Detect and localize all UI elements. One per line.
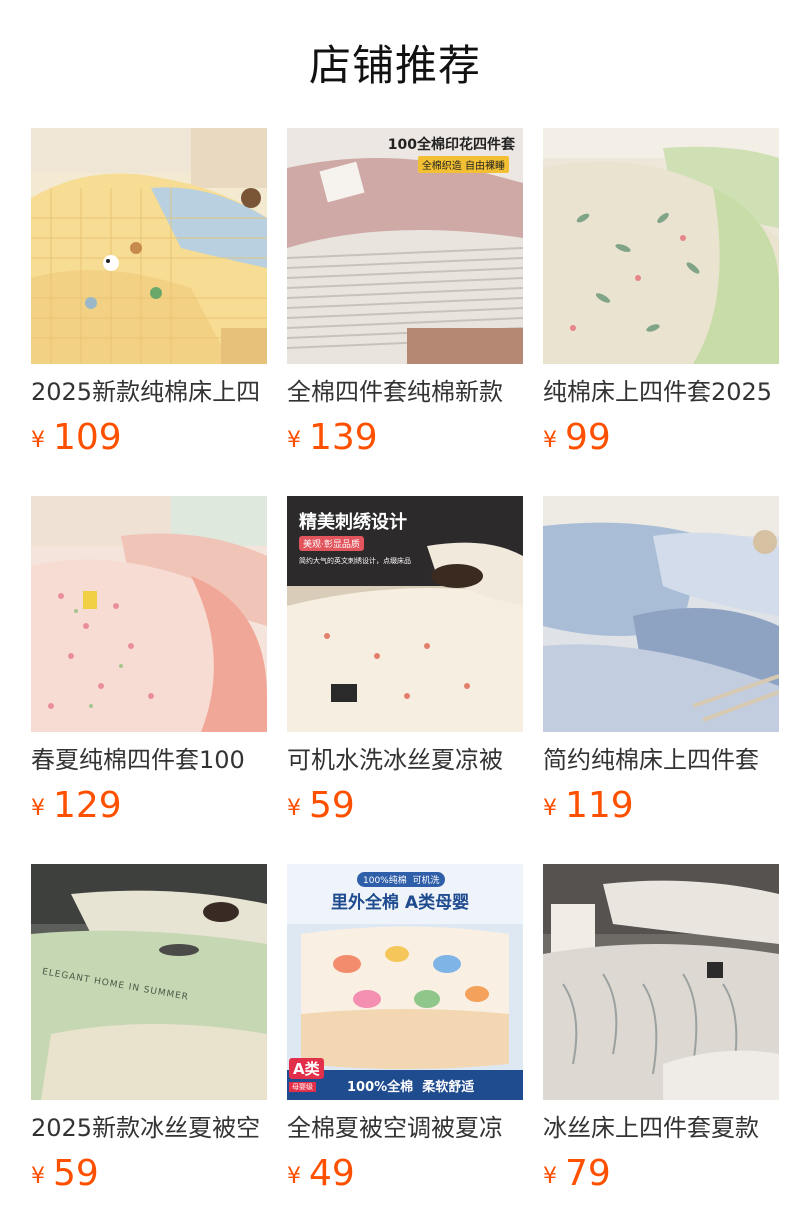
product-price: ¥139 [287, 416, 523, 460]
price-amount: 49 [309, 1153, 355, 1194]
leaf-bedding-photo-icon [543, 128, 779, 364]
currency-symbol: ¥ [543, 796, 557, 821]
product-image: 100全棉印花四件套 全棉织造 自由裸睡 [287, 128, 523, 364]
product-price: ¥109 [31, 416, 267, 460]
product-name: 2025新款纯棉床上四 [31, 378, 261, 406]
image-top-tag: 100%纯棉 可机洗 [357, 872, 446, 887]
image-headline: 精美刺绣设计 [299, 512, 407, 533]
currency-symbol: ¥ [31, 796, 45, 821]
silk-summer-quilt-photo-icon [31, 864, 267, 1100]
price-amount: 79 [565, 1153, 611, 1194]
image-headline: 里外全棉 A类母婴 [331, 893, 470, 913]
product-price: ¥119 [543, 784, 779, 828]
product-name: 全棉夏被空调被夏凉 [287, 1114, 503, 1142]
image-grade-sub: 母婴级 [289, 1082, 316, 1092]
currency-symbol: ¥ [31, 428, 45, 453]
product-card[interactable]: 纯棉床上四件套2025 ¥99 [543, 128, 779, 496]
product-image [31, 128, 267, 364]
image-headline: 100全棉印花四件套 [387, 137, 515, 153]
blue-bedding-photo-icon [543, 496, 779, 732]
image-caption: 简约大气的英文刺绣设计，点缀床品 [299, 557, 411, 565]
product-image: 精美刺绣设计 美观·彰显品质 简约大气的英文刺绣设计，点缀床品 [287, 496, 523, 732]
currency-symbol: ¥ [31, 1164, 45, 1189]
product-name: 春夏纯棉四件套100 [31, 746, 245, 774]
product-image [31, 496, 267, 732]
product-card[interactable]: ELEGANT HOME IN SUMMER 2025新款冰丝夏被空 ¥59 [31, 864, 267, 1232]
product-name: 2025新款冰丝夏被空 [31, 1114, 261, 1142]
floral-bedding-photo-icon [31, 496, 267, 732]
product-card[interactable]: 100全棉印花四件套 全棉织造 自由裸睡 全棉四件套纯棉新款 ¥139 [287, 128, 523, 496]
product-name: 全棉四件套纯棉新款 [287, 378, 503, 406]
product-price: ¥59 [287, 784, 523, 828]
currency-symbol: ¥ [543, 428, 557, 453]
product-image [543, 496, 779, 732]
price-amount: 59 [309, 785, 355, 826]
page-title: 店铺推荐 [308, 41, 481, 90]
price-amount: 139 [309, 417, 378, 458]
currency-symbol: ¥ [287, 796, 301, 821]
product-price: ¥79 [543, 1152, 779, 1196]
price-amount: 59 [53, 1153, 99, 1194]
product-name: 可机水洗冰丝夏凉被 [287, 746, 503, 774]
image-badge: 美观·彰显品质 [299, 536, 364, 551]
product-grid: 2025新款纯棉床上四 ¥109 100全棉印花四件套 全棉织造 自由裸睡 全棉… [31, 128, 779, 1232]
product-image: ELEGANT HOME IN SUMMER [31, 864, 267, 1100]
price-amount: 99 [565, 417, 611, 458]
product-card[interactable]: 冰丝床上四件套夏款 ¥79 [543, 864, 779, 1232]
image-footer: 100%全棉 柔软舒适 [347, 1080, 475, 1095]
currency-symbol: ¥ [287, 428, 301, 453]
product-price: ¥59 [31, 1152, 267, 1196]
currency-symbol: ¥ [287, 1164, 301, 1189]
product-card[interactable]: 2025新款纯棉床上四 ¥109 [31, 128, 267, 496]
product-price: ¥99 [543, 416, 779, 460]
image-grade-badge: A类 [289, 1058, 324, 1079]
product-card[interactable]: 100%纯棉 可机洗 里外全棉 A类母婴 A类 母婴级 100%全棉 柔软舒适 … [287, 864, 523, 1232]
product-card[interactable]: 春夏纯棉四件套100 ¥129 [31, 496, 267, 864]
product-card[interactable]: 精美刺绣设计 美观·彰显品质 简约大气的英文刺绣设计，点缀床品 可机水洗冰丝夏凉… [287, 496, 523, 864]
price-amount: 109 [53, 417, 122, 458]
currency-symbol: ¥ [543, 1164, 557, 1189]
price-amount: 119 [565, 785, 634, 826]
product-image [543, 128, 779, 364]
price-amount: 129 [53, 785, 122, 826]
product-card[interactable]: 简约纯棉床上四件套 ¥119 [543, 496, 779, 864]
product-image: 100%纯棉 可机洗 里外全棉 A类母婴 A类 母婴级 100%全棉 柔软舒适 [287, 864, 523, 1100]
store-recommendation-page: 店铺推荐 2025新款纯棉床上四 ¥ 109 100全棉印花四件套 全棉织造 自… [0, 0, 790, 1232]
product-name: 纯棉床上四件套2025 [543, 378, 773, 406]
image-badge: 全棉织造 自由裸睡 [417, 156, 509, 173]
cartoon-bedding-photo-icon [31, 128, 267, 364]
product-price: ¥49 [287, 1152, 523, 1196]
botanical-silk-bedding-photo-icon [543, 864, 779, 1100]
product-image [543, 864, 779, 1100]
product-name: 简约纯棉床上四件套 [543, 746, 759, 774]
product-price: ¥129 [31, 784, 267, 828]
product-name: 冰丝床上四件套夏款 [543, 1114, 759, 1142]
